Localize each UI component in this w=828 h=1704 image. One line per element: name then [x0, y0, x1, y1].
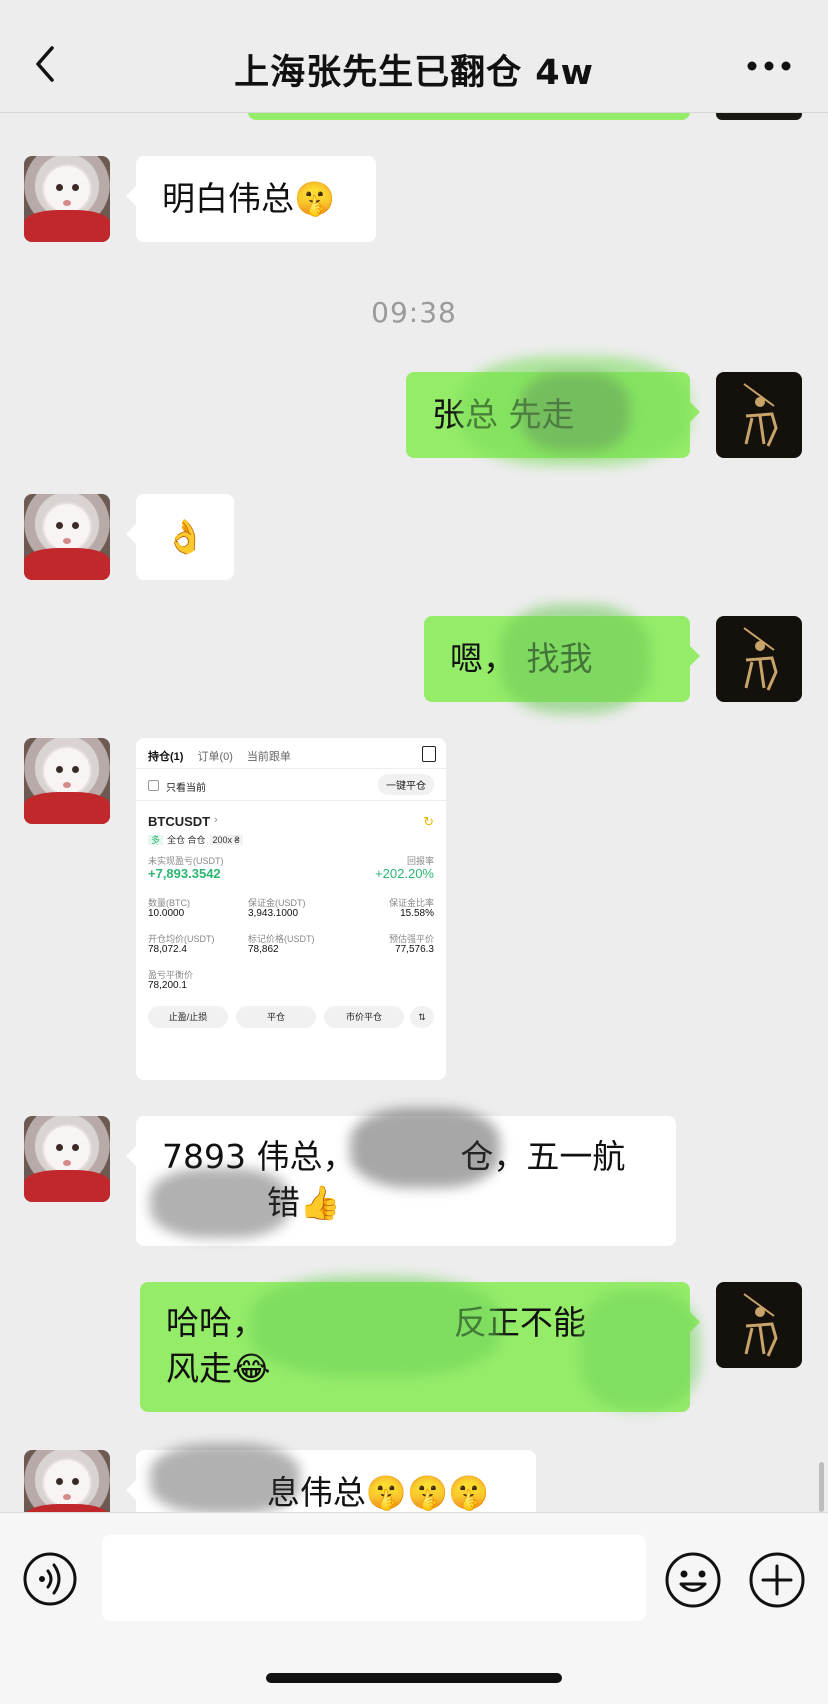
avatar-nose [63, 538, 71, 544]
avatar-body [24, 548, 110, 580]
contact-avatar[interactable] [24, 156, 110, 242]
avatar-body [24, 1170, 110, 1202]
entry-value: 78,072.4 [148, 944, 187, 955]
avatar-nose [63, 782, 71, 788]
message-text: 👌 [164, 517, 206, 556]
mode-tag: 全仓 合仓 [167, 835, 206, 845]
avatar-eye [72, 766, 79, 773]
scrollbar[interactable] [819, 1462, 824, 1512]
qty-value: 10.0000 [148, 908, 185, 919]
avatar-eye [56, 522, 63, 529]
input-bar [0, 1512, 828, 1704]
avatar-eye [56, 1144, 63, 1151]
avatar-eye [72, 1478, 79, 1485]
avatar-eye [72, 184, 79, 191]
avatar-body [24, 792, 110, 824]
close-all-button: 一键平仓 [378, 774, 434, 795]
pnl-value: +7,893.3542 [148, 866, 221, 881]
home-indicator[interactable] [266, 1673, 562, 1683]
chevron-right-icon: › [214, 814, 218, 826]
redaction-smudge [500, 604, 650, 714]
card-tab-orders: 订单(0) [197, 751, 233, 763]
plus-icon[interactable] [748, 1551, 806, 1609]
card-divider [136, 768, 446, 769]
avatar-eye [56, 184, 63, 191]
polo-horse-logo-icon [743, 627, 778, 691]
message-text: 明白伟总🤫 [162, 179, 336, 218]
message-input[interactable] [102, 1535, 646, 1621]
avatar-eye [72, 1144, 79, 1151]
close-button: 平仓 [236, 1006, 316, 1028]
redaction-smudge [150, 1444, 300, 1514]
more-options-icon[interactable] [744, 56, 794, 76]
polo-horse-logo-icon [743, 383, 778, 447]
avatar-nose [63, 1160, 71, 1166]
message-bubble-incoming[interactable]: 明白伟总🤫 [126, 156, 376, 242]
roe-value: +202.20% [375, 866, 434, 881]
card-divider [136, 800, 446, 801]
voice-icon[interactable] [22, 1551, 78, 1607]
swap-icon: ⇅ [410, 1006, 434, 1028]
chat-title: 上海张先生已翻仓 4w [234, 53, 594, 93]
avatar-nose [63, 200, 71, 206]
redaction-smudge [520, 372, 630, 452]
symbol-name: BTCUSDT [148, 814, 211, 829]
my-avatar[interactable] [716, 372, 802, 458]
card-tabs: 持仓(1) 订单(0) 当前跟单 [148, 748, 305, 764]
avatar-eye [56, 1478, 63, 1485]
avatar-eye [56, 766, 63, 773]
margin-ratio-value: 15.58% [400, 908, 434, 919]
position-screenshot-image[interactable]: 持仓(1) 订单(0) 当前跟单 只看当前 一键平仓 BTCUSDT › ↻ 多全仓… [136, 738, 446, 1080]
redaction-smudge [350, 1108, 500, 1188]
long-tag: 多 [148, 835, 164, 845]
avatar-nose [63, 1494, 71, 1500]
redaction-smudge [150, 1168, 290, 1238]
only-current-label: 只看当前 [166, 783, 206, 794]
chat-header: 上海张先生已翻仓 4w [0, 0, 828, 113]
market-close-button: 市价平仓 [324, 1006, 404, 1028]
share-icon: ↻ [423, 814, 434, 829]
contact-avatar[interactable] [24, 494, 110, 580]
emoji-icon[interactable] [664, 1551, 722, 1609]
liq-value: 77,576.3 [395, 944, 434, 955]
my-avatar[interactable] [716, 616, 802, 702]
avatar-body [24, 210, 110, 242]
margin-value: 3,943.1000 [248, 908, 299, 919]
leverage-tag: 200x ₴ [209, 835, 243, 845]
tpsl-button: 止盈/止损 [148, 1006, 228, 1028]
checkbox-icon [148, 780, 159, 791]
polo-horse-logo-icon [743, 1293, 778, 1357]
contact-avatar[interactable] [24, 738, 110, 824]
message-timestamp: 09:38 [371, 296, 457, 329]
my-avatar[interactable] [716, 1282, 802, 1368]
message-bubble-incoming[interactable]: 👌 [126, 494, 234, 580]
position-tags: 多全仓 合仓 200x ₴ [148, 833, 243, 846]
redaction-smudge [580, 1290, 700, 1410]
breakeven-value: 78,200.1 [148, 980, 187, 991]
mark-value: 78,862 [248, 944, 279, 955]
card-tab-copy: 当前跟单 [246, 751, 291, 763]
avatar-eye [72, 522, 79, 529]
redaction-smudge [250, 1276, 500, 1376]
contact-avatar[interactable] [24, 1116, 110, 1202]
card-tab-positions: 持仓(1) [148, 751, 184, 763]
document-icon [422, 746, 436, 762]
